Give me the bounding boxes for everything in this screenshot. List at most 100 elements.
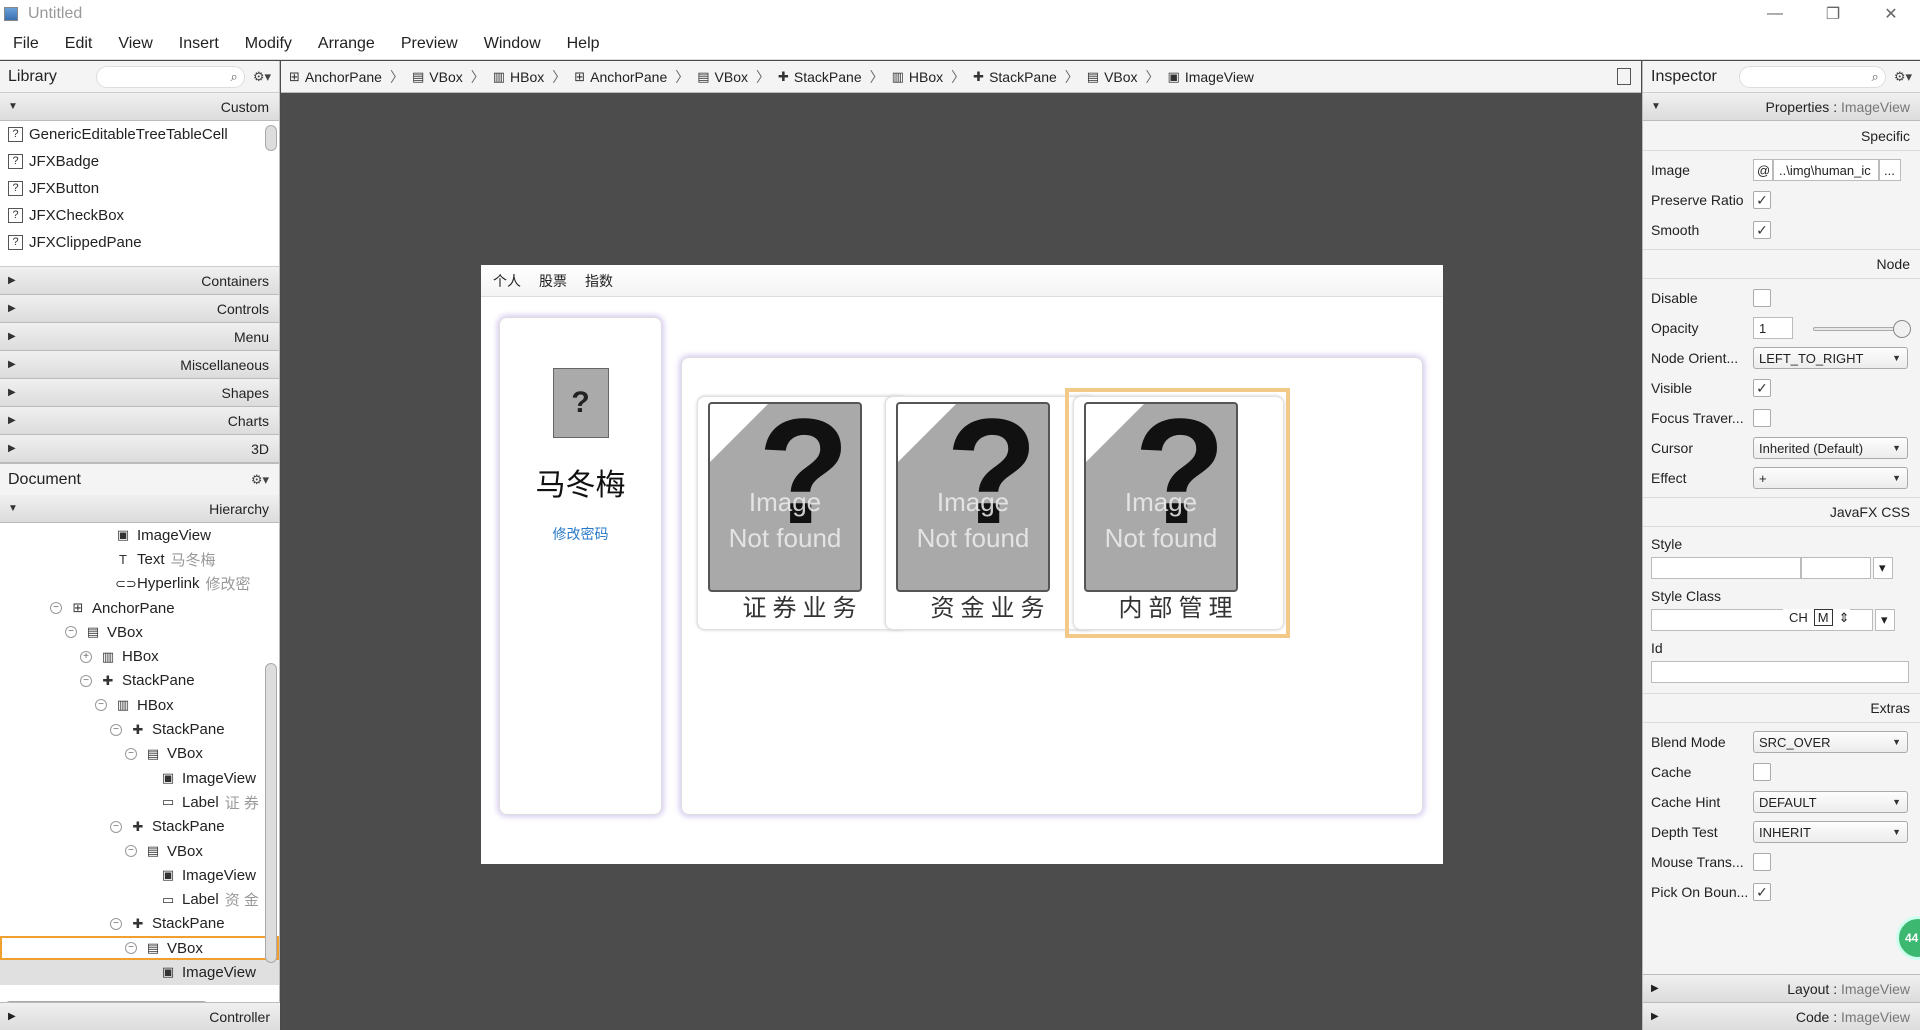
gear-icon[interactable]: ⚙▾ (251, 472, 269, 488)
card-securities[interactable]: ? Image Not found 证券业务 (697, 396, 908, 630)
expand-toggle-icon[interactable]: + (80, 650, 92, 663)
code-section[interactable]: ▶ Code : ImageView (1643, 1002, 1920, 1030)
tree-row[interactable]: − ▥ HBox (0, 693, 279, 717)
cursor-select[interactable]: Inherited (Default) (1753, 437, 1908, 459)
library-section-charts[interactable]: ▶ Charts (0, 407, 279, 435)
breadcrumb-item[interactable]: ▣ ImageView (1168, 69, 1254, 85)
document-icon[interactable] (1617, 68, 1631, 85)
tree-row[interactable]: ⊂⊃ Hyperlink 修改密 (0, 572, 279, 596)
menu-view[interactable]: View (105, 35, 165, 53)
depth-test-select[interactable]: INHERIT (1753, 821, 1908, 843)
cache-checkbox[interactable] (1753, 763, 1771, 781)
menu-modify[interactable]: Modify (232, 35, 305, 53)
image-not-found-icon[interactable]: ? Image Not found (896, 402, 1050, 592)
breadcrumb-item[interactable]: ▤ VBox 〉 (412, 67, 493, 87)
library-item[interactable]: ? JFXButton (0, 175, 279, 202)
gear-icon[interactable]: ⚙▾ (253, 69, 271, 85)
inspector-search-input[interactable]: ⌕ (1739, 65, 1886, 88)
id-field[interactable] (1651, 661, 1909, 683)
library-section-containers[interactable]: ▶ Containers (0, 267, 279, 295)
menu-preview[interactable]: Preview (388, 35, 471, 53)
tree-row[interactable]: ▭ Label 证 券 (0, 790, 279, 814)
library-section-controls[interactable]: ▶ Controls (0, 295, 279, 323)
form-menu-index[interactable]: 指数 (585, 271, 613, 291)
hierarchy-section[interactable]: ▼ Hierarchy (0, 495, 279, 523)
tree-row[interactable]: T Text 马冬梅 (0, 547, 279, 571)
cache-hint-select[interactable]: DEFAULT (1753, 791, 1908, 813)
opacity-slider[interactable] (1813, 320, 1911, 338)
node-orientation-select[interactable]: LEFT_TO_RIGHT (1753, 347, 1908, 369)
tree-row-selected[interactable]: − ▤ VBox (0, 936, 279, 961)
breadcrumb-item[interactable]: ▤ VBox 〉 (1087, 67, 1168, 87)
image-field[interactable]: ..\img\human_ic (1773, 159, 1879, 181)
tree-row[interactable]: ▣ ImageView (0, 863, 279, 887)
library-search-input[interactable]: ⌕ (96, 65, 245, 88)
tree-row[interactable]: − ▤ VBox (0, 620, 279, 644)
restore-button[interactable]: ❐ (1804, 0, 1862, 28)
tree-row[interactable]: − ⊞ AnchorPane (0, 596, 279, 620)
menu-insert[interactable]: Insert (166, 35, 232, 53)
tree-row[interactable]: ▣ ImageView (0, 766, 279, 790)
breadcrumb-item[interactable]: ⊞ AnchorPane 〉 (289, 67, 412, 87)
collapse-toggle-icon[interactable]: − (80, 674, 92, 687)
menu-arrange[interactable]: Arrange (305, 35, 388, 53)
mouse-transparent-checkbox[interactable] (1753, 853, 1771, 871)
collapse-toggle-icon[interactable]: − (110, 917, 122, 930)
layout-section[interactable]: ▶ Layout : ImageView (1643, 974, 1920, 1002)
menu-file[interactable]: File (0, 35, 52, 53)
tree-row[interactable]: ▭ Label 资 金 (0, 887, 279, 911)
tree-row[interactable]: − ✚ StackPane (0, 815, 279, 839)
close-button[interactable]: ✕ (1862, 0, 1920, 28)
breadcrumb-item[interactable]: ✚ StackPane 〉 (973, 67, 1087, 87)
change-password-link[interactable]: 修改密码 (553, 524, 609, 544)
tree-row[interactable]: + ▥ HBox (0, 644, 279, 668)
library-section-3d[interactable]: ▶ 3D (0, 435, 279, 463)
slider-knob[interactable] (1893, 320, 1911, 338)
tree-row[interactable]: − ✚ StackPane (0, 912, 279, 936)
preserve-ratio-checkbox[interactable]: ✓ (1753, 191, 1771, 209)
library-section-miscellaneous[interactable]: ▶ Miscellaneous (0, 351, 279, 379)
pick-on-bounds-checkbox[interactable]: ✓ (1753, 883, 1771, 901)
tree-row[interactable]: − ✚ StackPane (0, 717, 279, 741)
collapse-toggle-icon[interactable]: − (65, 626, 77, 639)
breadcrumb-item[interactable]: ⊞ AnchorPane 〉 (574, 67, 697, 87)
controller-section[interactable]: ▶ Controller (0, 1002, 280, 1030)
browse-button[interactable]: ... (1879, 159, 1901, 181)
image-not-found-icon[interactable]: ? Image Not found (708, 402, 862, 592)
menu-help[interactable]: Help (554, 35, 613, 53)
collapse-toggle-icon[interactable]: − (95, 699, 107, 712)
tree-row[interactable]: ▣ ImageView (0, 960, 279, 985)
breadcrumb-item[interactable]: ▤ VBox 〉 (697, 67, 778, 87)
effect-select[interactable]: + (1753, 467, 1908, 489)
ime-indicator[interactable]: CH M ⇕ (1783, 609, 1850, 626)
library-item[interactable]: ? JFXBadge (0, 148, 279, 175)
library-section-menu[interactable]: ▶ Menu (0, 323, 279, 351)
library-item[interactable]: ? JFXClippedPane (0, 229, 279, 256)
collapse-toggle-icon[interactable]: − (125, 747, 137, 760)
library-item[interactable]: ? JFXCheckBox (0, 202, 279, 229)
blend-mode-select[interactable]: SRC_OVER (1753, 731, 1908, 753)
hierarchy-vertical-scrollbar[interactable] (265, 663, 277, 963)
tree-row[interactable]: − ▤ VBox (0, 742, 279, 766)
focus-traversable-checkbox[interactable] (1753, 409, 1771, 427)
collapse-toggle-icon[interactable]: − (110, 820, 122, 833)
smooth-checkbox[interactable]: ✓ (1753, 221, 1771, 239)
style-field[interactable] (1651, 557, 1801, 579)
properties-section[interactable]: ▼ Properties : ImageView (1643, 93, 1920, 121)
breadcrumb-item[interactable]: ✚ StackPane 〉 (778, 67, 892, 87)
gear-icon[interactable]: ⚙▾ (1894, 69, 1912, 85)
style-dropdown-button[interactable]: ▾ (1873, 557, 1893, 579)
style-class-dropdown-button[interactable]: ▾ (1875, 609, 1895, 631)
menu-window[interactable]: Window (471, 35, 554, 53)
form-menu-stocks[interactable]: 股票 (539, 271, 567, 291)
library-scrollbar[interactable] (265, 125, 277, 151)
visible-checkbox[interactable]: ✓ (1753, 379, 1771, 397)
disable-checkbox[interactable] (1753, 289, 1771, 307)
library-section-custom[interactable]: ▼ Custom (0, 93, 279, 121)
library-section-shapes[interactable]: ▶ Shapes (0, 379, 279, 407)
style-value-field[interactable] (1801, 557, 1871, 579)
tree-row[interactable]: − ▤ VBox (0, 839, 279, 863)
minimize-button[interactable]: — (1746, 0, 1804, 28)
library-item[interactable]: ? GenericEditableTreeTableCell (0, 121, 279, 148)
tree-row[interactable]: ▣ ImageView (0, 523, 279, 547)
